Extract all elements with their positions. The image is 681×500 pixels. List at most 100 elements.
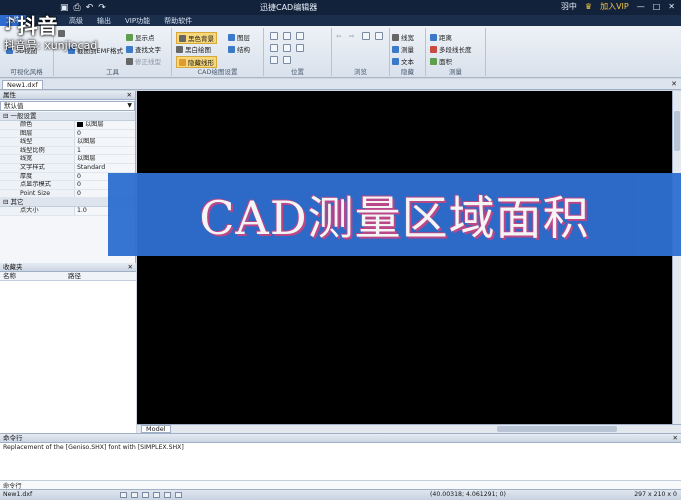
properties-object-select[interactable]: 默认值 ▼ <box>0 101 135 111</box>
window-title: 迅捷CAD编辑器 <box>260 3 318 12</box>
bw-icon <box>176 45 183 53</box>
structure-icon <box>228 45 235 53</box>
title-bar-right: 羽中 ♛ 加入VIP — □ ✕ <box>561 1 675 12</box>
area-icon <box>430 57 437 65</box>
scroll-thumb[interactable] <box>497 426 617 432</box>
layers-button[interactable]: 图层 <box>228 32 250 42</box>
measure-toggle-button[interactable]: 测量 <box>392 44 414 54</box>
favorites-columns: 名称 路径 <box>0 272 136 281</box>
drawing-canvas[interactable]: Model <box>137 91 681 433</box>
close-panel-icon[interactable]: ✕ <box>128 263 133 272</box>
distance-button[interactable]: 距离 <box>430 32 452 42</box>
title-bar: ▣ ⎙ ↶ ↷ 迅捷CAD编辑器 羽中 ♛ 加入VIP — □ ✕ <box>0 0 681 15</box>
zoom-in-icon[interactable] <box>283 32 291 40</box>
ribbon: 3D视图 可视化风格 截图到EMF格式 显示点 查找文字 修正线型 工具 黑色背… <box>0 26 681 78</box>
zoom-prev-icon[interactable] <box>296 44 304 52</box>
close-panel-icon[interactable]: ✕ <box>127 91 132 100</box>
color-swatch <box>77 122 83 127</box>
tab-model[interactable]: Model <box>141 425 171 433</box>
properties-header: 属性 ✕ <box>0 91 135 100</box>
close-document-icon[interactable]: ✕ <box>671 80 677 88</box>
close-panel-icon[interactable]: ✕ <box>673 434 678 443</box>
scroll-thumb[interactable] <box>674 111 680 151</box>
left-panel: 属性 ✕ 默认值 ▼ ⊟ 一般设置 颜色 以图层 图层 0 线型 以图层 线型比例 1 … <box>0 91 136 433</box>
points-icon <box>126 33 133 41</box>
property-group-general[interactable]: ⊟ 一般设置 <box>0 112 135 121</box>
lineweight-icon[interactable] <box>175 492 182 498</box>
text-icon <box>392 57 399 65</box>
group-label: 浏览 <box>354 68 367 76</box>
column-path[interactable]: 路径 <box>65 272 130 280</box>
find-icon <box>126 45 133 53</box>
polyline-icon <box>430 45 437 53</box>
polar-icon[interactable] <box>153 492 160 498</box>
redo-icon[interactable]: ↷ <box>98 3 106 13</box>
tab-help[interactable]: 帮助软件 <box>157 16 199 26</box>
minimize-icon[interactable]: — <box>637 2 645 11</box>
pan-icon[interactable] <box>270 44 278 52</box>
vertical-scrollbar[interactable] <box>672 91 681 424</box>
group-cad-settings: 黑色背景 黑白绘图 隐藏线形 图层 结构 CAD绘图设置 <box>172 28 264 76</box>
black-white-button[interactable]: 黑白绘图 <box>176 44 211 54</box>
group-label: 可视化风格 <box>10 68 43 76</box>
group-label: 位置 <box>291 68 304 76</box>
property-row[interactable]: 线型比例 1 <box>0 146 135 156</box>
tab-document[interactable]: New1.dxf <box>2 80 43 90</box>
document-tabs: New1.dxf ✕ <box>0 79 681 90</box>
lineweight-icon <box>392 33 399 41</box>
snap-icon[interactable] <box>120 492 127 498</box>
grid-icon[interactable] <box>131 492 138 498</box>
command-panel: 命令行 ✕ Replacement of the [Geniso.SHX] fo… <box>0 433 681 490</box>
music-note-icon: ♪ <box>4 14 16 35</box>
ruler-icon <box>392 45 399 53</box>
vip-button[interactable]: 加入VIP <box>600 1 629 12</box>
group-position: 位置 <box>264 28 332 76</box>
close-icon[interactable]: ✕ <box>668 2 675 11</box>
status-file: New1.dxf <box>3 491 33 498</box>
user-name[interactable]: 羽中 <box>561 1 577 12</box>
lineweight-button[interactable]: 线宽 <box>392 32 414 42</box>
back-icon[interactable]: ⇦ <box>336 32 341 40</box>
command-input[interactable]: 命令行 <box>0 480 681 490</box>
status-bar: New1.dxf (40.00318; 4.061291; 0) 297 x 2… <box>0 489 681 500</box>
property-row[interactable]: 文字样式 Standard <box>0 163 135 173</box>
text-toggle-button[interactable]: 文本 <box>392 56 414 66</box>
chevron-down-icon: ▼ <box>127 102 132 109</box>
osnap-icon[interactable] <box>164 492 171 498</box>
layers-icon <box>228 33 235 41</box>
zoom-window-icon[interactable] <box>270 32 278 40</box>
area-button[interactable]: 面积 <box>430 56 452 66</box>
show-points-button[interactable]: 显示点 <box>126 32 155 42</box>
forward-icon[interactable]: ⇨ <box>349 32 354 40</box>
refresh-icon[interactable] <box>362 32 370 40</box>
property-row[interactable]: 颜色 以图层 <box>0 121 135 130</box>
black-background-button[interactable]: 黑色背景 <box>176 32 217 44</box>
property-row[interactable]: 线型 以图层 <box>0 138 135 147</box>
rotate-icon[interactable] <box>270 56 278 64</box>
polyline-length-button[interactable]: 多段线长度 <box>430 44 472 54</box>
fix-linetype-button[interactable]: 修正线型 <box>126 56 161 66</box>
fit-icon[interactable] <box>283 56 291 64</box>
find-text-button[interactable]: 查找文字 <box>126 44 161 54</box>
cad-editor-window: ▣ ⎙ ↶ ↷ 迅捷CAD编辑器 羽中 ♛ 加入VIP — □ ✕ 文件 高级 … <box>0 0 681 500</box>
column-name[interactable]: 名称 <box>0 272 65 280</box>
structure-button[interactable]: 结构 <box>228 44 250 54</box>
property-row[interactable]: 线宽 以图层 <box>0 155 135 164</box>
group-label: 工具 <box>106 68 119 76</box>
maximize-icon[interactable]: □ <box>653 2 661 11</box>
zoom-out-icon[interactable] <box>296 32 304 40</box>
group-measure: 距离 多段线长度 面积 测量 <box>426 28 486 76</box>
home-icon[interactable] <box>375 32 383 40</box>
tab-vip[interactable]: VIP功能 <box>118 16 157 26</box>
background-icon <box>179 34 186 42</box>
ortho-icon[interactable] <box>142 492 149 498</box>
ribbon-tabs: 文件 高级 输出 VIP功能 帮助软件 <box>0 15 681 26</box>
status-coordinates: (40.00318; 4.061291; 0) <box>430 491 506 498</box>
property-row[interactable]: 图层 0 <box>0 129 135 139</box>
favorites-panel: 收藏夹 ✕ 名称 路径 <box>0 263 136 433</box>
group-label: 隐藏 <box>401 68 414 76</box>
favorites-header: 收藏夹 ✕ <box>0 263 136 272</box>
zoom-extents-icon[interactable] <box>283 44 291 52</box>
banner-text: CAD测量区域面积 <box>199 190 590 245</box>
horizontal-scrollbar[interactable]: Model <box>137 424 681 433</box>
